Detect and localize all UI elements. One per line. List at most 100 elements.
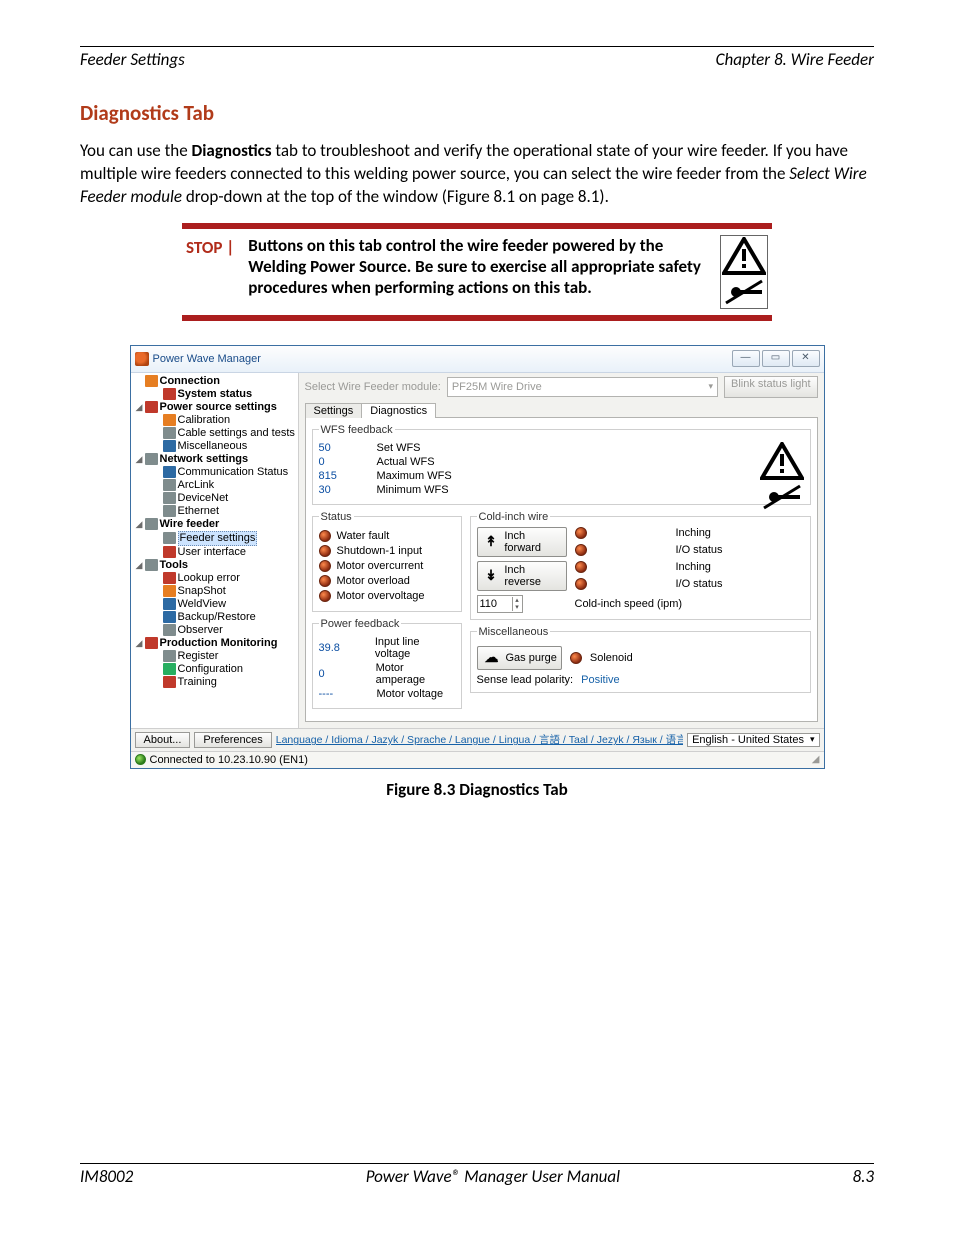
nav-tree[interactable]: ConnectionSystem status◢Power source set… (131, 373, 299, 728)
diagnostics-panel: WFS feedback 50Set WFS0Actual WFS815Maxi… (305, 417, 818, 722)
led-icon (575, 527, 587, 539)
cold-inch-speed-spinner[interactable]: ▴▾ (477, 595, 523, 613)
tree-icon (163, 546, 176, 558)
power-value: 0 (319, 668, 358, 680)
language-select[interactable]: English - United States (687, 733, 819, 747)
tree-item[interactable]: ◢Production Monitoring (133, 637, 298, 650)
wfs-value: 0 (319, 456, 359, 468)
tree-icon (163, 440, 176, 452)
tree-item[interactable]: SnapShot (133, 585, 298, 598)
tree-item[interactable]: Miscellaneous (133, 440, 298, 453)
no-maintenance-icon (760, 482, 804, 512)
blink-status-button[interactable]: Blink status light (724, 376, 817, 398)
tree-label: User interface (178, 546, 246, 559)
status-legend: Status (319, 511, 354, 523)
tree-item[interactable]: Configuration (133, 663, 298, 676)
titlebar: Power Wave Manager — ▭ ✕ (131, 346, 824, 373)
tree-icon (145, 518, 158, 530)
tree-icon (163, 611, 176, 623)
status-bar: Connected to 10.23.10.90 (EN1) ◢ (131, 751, 824, 768)
tree-item[interactable]: Cable settings and tests (133, 427, 298, 440)
inch-forward-button[interactable]: ↟ Inch forward (477, 527, 567, 557)
cold-inch-speed-label: Cold-inch speed (ipm) (575, 598, 804, 610)
tree-item[interactable]: Training (133, 676, 298, 689)
tree-item[interactable]: Connection (133, 375, 298, 388)
tree-icon (163, 505, 176, 517)
status-row: Motor overload (319, 575, 455, 587)
tree-item[interactable]: WeldView (133, 598, 298, 611)
tree-icon (163, 585, 176, 597)
tree-item[interactable]: Observer (133, 624, 298, 637)
inch-reverse-button[interactable]: ↡ Inch reverse (477, 561, 567, 591)
tree-item[interactable]: Communication Status (133, 466, 298, 479)
tree-item[interactable]: ◢Tools (133, 559, 298, 572)
tree-item[interactable]: ◢Network settings (133, 453, 298, 466)
intro-paragraph: You can use the Diagnostics tab to troub… (80, 140, 874, 209)
status-row: Shutdown-1 input (319, 545, 455, 557)
tree-icon (163, 492, 176, 504)
tree-label: Observer (178, 624, 223, 637)
stop-label: STOP | (186, 235, 234, 258)
language-link[interactable]: Language / Idioma / Jazyk / Sprache / La… (276, 732, 683, 747)
tree-icon (163, 598, 176, 610)
wfs-row: 0Actual WFS (319, 456, 804, 468)
tab-diagnostics[interactable]: Diagnostics (361, 403, 436, 418)
tree-icon (163, 650, 176, 662)
tree-item[interactable]: Feeder settings (133, 531, 298, 546)
tree-item[interactable]: User interface (133, 546, 298, 559)
inching-label: Inching (675, 527, 803, 539)
tree-item[interactable]: Backup/Restore (133, 611, 298, 624)
tree-label: Backup/Restore (178, 611, 256, 624)
status-label: Motor overcurrent (337, 560, 424, 572)
tree-label: Cable settings and tests (178, 427, 295, 440)
tree-item[interactable]: DeviceNet (133, 492, 298, 505)
gas-purge-button[interactable]: ☁ Gas purge (477, 646, 562, 670)
warning-icons (720, 235, 768, 309)
resize-grip-icon[interactable]: ◢ (812, 754, 820, 765)
status-label: Motor overload (337, 575, 410, 587)
module-select-label: Select Wire Feeder module: (305, 381, 441, 393)
tree-icon (145, 637, 158, 649)
tree-icon (145, 375, 158, 387)
power-label: Motor amperage (376, 662, 455, 686)
tree-label: DeviceNet (178, 492, 229, 505)
tree-item[interactable]: ArcLink (133, 479, 298, 492)
power-row: ----Motor voltage (319, 688, 455, 700)
maximize-button[interactable]: ▭ (762, 350, 790, 367)
status-row: Water fault (319, 530, 455, 542)
wfs-row: 30Minimum WFS (319, 484, 804, 496)
tree-item[interactable]: ◢Power source settings (133, 401, 298, 414)
window-title: Power Wave Manager (153, 353, 730, 365)
led-icon (575, 544, 587, 556)
status-row: Motor overcurrent (319, 560, 455, 572)
tab-settings[interactable]: Settings (305, 403, 363, 418)
tree-item[interactable]: Lookup error (133, 572, 298, 585)
minimize-button[interactable]: — (732, 350, 760, 367)
footer-center: Power Wave® Manager User Manual (366, 1166, 620, 1187)
led-icon (319, 530, 331, 542)
tree-item[interactable]: System status (133, 388, 298, 401)
close-button[interactable]: ✕ (792, 350, 820, 367)
preferences-button[interactable]: Preferences (194, 732, 271, 748)
wfs-legend: WFS feedback (319, 424, 395, 436)
about-button[interactable]: About... (135, 732, 191, 748)
tree-label: Tools (160, 559, 189, 572)
tree-item[interactable]: ◢Wire feeder (133, 518, 298, 531)
tree-icon (163, 388, 176, 400)
app-window: Power Wave Manager — ▭ ✕ ConnectionSyste… (130, 345, 825, 769)
power-value: 39.8 (319, 642, 357, 654)
power-legend: Power feedback (319, 618, 402, 630)
tree-icon (163, 414, 176, 426)
module-select[interactable]: PF25M Wire Drive (447, 377, 718, 397)
wfs-label: Set WFS (377, 442, 421, 454)
iostatus-label: I/O status (675, 544, 803, 556)
tree-label: Network settings (160, 453, 249, 466)
app-icon (135, 352, 149, 366)
cold-inch-speed-input[interactable] (478, 596, 512, 612)
tree-label: Connection (160, 375, 221, 388)
tree-item[interactable]: Register (133, 650, 298, 663)
tree-item[interactable]: Calibration (133, 414, 298, 427)
tree-item[interactable]: Ethernet (133, 505, 298, 518)
status-row: Motor overvoltage (319, 590, 455, 602)
tree-label: SnapShot (178, 585, 226, 598)
